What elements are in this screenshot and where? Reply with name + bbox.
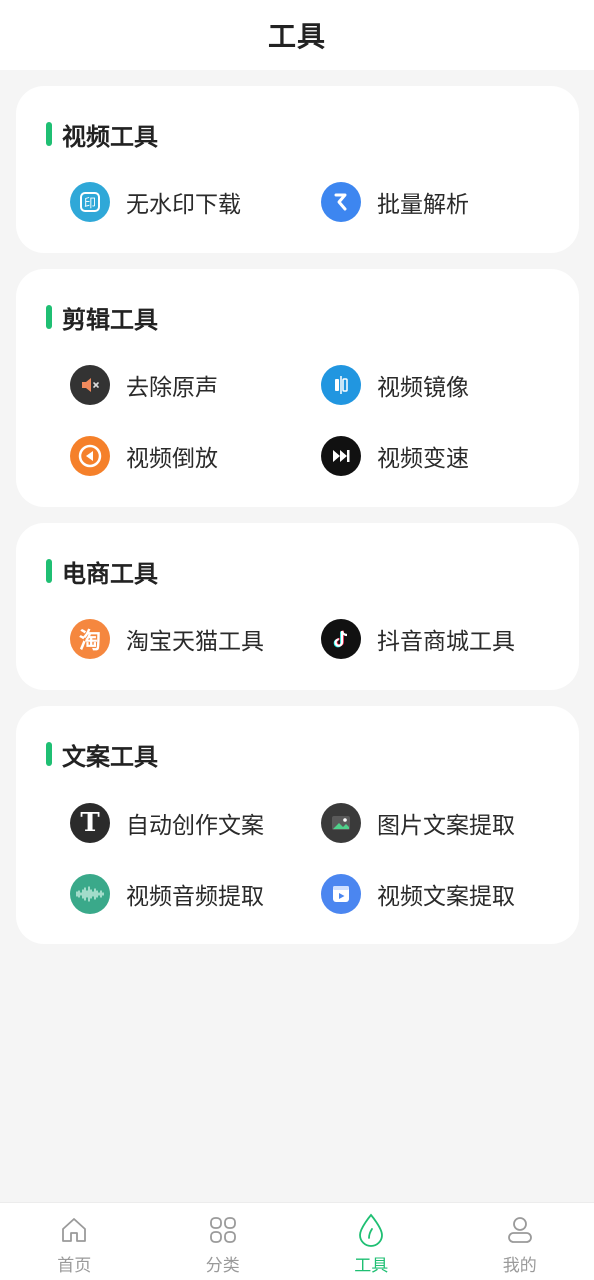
tool-watermark-free-download[interactable]: 印 无水印下载 (70, 180, 241, 224)
tool-taobao-tmall[interactable]: 淘 淘宝天猫工具 (70, 617, 264, 661)
tool-video-text-extract[interactable]: 视频文案提取 (321, 872, 515, 916)
tool-label: 视频变速 (377, 446, 469, 472)
tool-label: 批量解析 (377, 192, 469, 218)
text-t-icon: T (70, 803, 110, 843)
section-title: 剪辑工具 (62, 305, 158, 334)
tab-category[interactable]: 分类 (149, 1203, 298, 1280)
tab-label: 我的 (502, 1256, 537, 1276)
tool-image-text-extract[interactable]: 图片文案提取 (321, 801, 515, 845)
drop-icon (354, 1213, 388, 1247)
text-t-icon-glyph: T (80, 808, 100, 838)
tool-label: 无水印下载 (126, 192, 241, 218)
fast-forward-icon (321, 436, 361, 476)
tool-label: 去除原声 (126, 375, 218, 401)
tool-video-reverse[interactable]: 视频倒放 (70, 434, 218, 478)
tool-label: 淘宝天猫工具 (126, 629, 264, 655)
section-header: 文案工具 (46, 740, 158, 771)
section-title: 电商工具 (62, 559, 158, 588)
tab-tools[interactable]: 工具 (297, 1203, 446, 1280)
video-box-icon (321, 874, 361, 914)
tab-mine[interactable]: 我的 (446, 1203, 594, 1280)
mute-speaker-icon (70, 365, 110, 405)
tool-label: 视频文案提取 (377, 884, 515, 910)
section-accent-bar (46, 559, 52, 583)
section-card-ecommerce-tools: 电商工具 淘 淘宝天猫工具 抖音商城工具 (16, 523, 579, 690)
grid-icon (206, 1213, 240, 1247)
tool-label: 图片文案提取 (377, 813, 515, 839)
rewind-icon (70, 436, 110, 476)
mirror-icon (321, 365, 361, 405)
watermark-stamp-icon: 印 (70, 182, 110, 222)
tool-label: 视频镜像 (377, 375, 469, 401)
tool-remove-original-audio[interactable]: 去除原声 (70, 363, 218, 407)
section-title: 视频工具 (62, 122, 158, 151)
tool-video-speed[interactable]: 视频变速 (321, 434, 469, 478)
image-icon (321, 803, 361, 843)
section-header: 电商工具 (46, 557, 158, 588)
tab-label: 工具 (354, 1256, 389, 1276)
tool-label: 视频音频提取 (126, 884, 264, 910)
bottom-tab-bar: 首页 分类 工具 我的 (0, 1202, 594, 1280)
tool-auto-copywriting[interactable]: T 自动创作文案 (70, 801, 264, 845)
home-icon (57, 1213, 91, 1247)
tool-label: 抖音商城工具 (377, 629, 515, 655)
section-card-editing-tools: 剪辑工具 去除原声 视频镜像 视频倒放 视频变速 (16, 269, 579, 507)
tab-label: 分类 (205, 1256, 240, 1276)
taobao-icon-glyph: 淘 (78, 629, 101, 654)
audio-wave-icon (70, 874, 110, 914)
tool-douyin-mall[interactable]: 抖音商城工具 (321, 617, 515, 661)
tiktok-icon (321, 619, 361, 659)
section-accent-bar (46, 122, 52, 146)
svg-text:印: 印 (84, 196, 96, 210)
tool-video-mirror[interactable]: 视频镜像 (321, 363, 469, 407)
tool-video-audio-extract[interactable]: 视频音频提取 (70, 872, 264, 916)
section-header: 视频工具 (46, 120, 158, 151)
tab-home[interactable]: 首页 (0, 1203, 149, 1280)
section-header: 剪辑工具 (46, 303, 158, 334)
section-accent-bar (46, 742, 52, 766)
section-title: 文案工具 (62, 742, 158, 771)
section-card-video-tools: 视频工具 印 无水印下载 批量解析 (16, 86, 579, 253)
header: 工具 (0, 0, 594, 70)
tool-batch-parse[interactable]: 批量解析 (321, 180, 469, 224)
page-title: 工具 (267, 20, 326, 53)
section-card-copywriting-tools: 文案工具 T 自动创作文案 图片文案提取 视频音频提取 视频文案提取 (16, 706, 579, 944)
batch-parse-icon (321, 182, 361, 222)
taobao-icon: 淘 (70, 619, 110, 659)
user-icon (503, 1213, 537, 1247)
tool-label: 视频倒放 (126, 446, 218, 472)
tab-label: 首页 (57, 1256, 92, 1276)
section-accent-bar (46, 305, 52, 329)
tool-label: 自动创作文案 (126, 813, 264, 839)
